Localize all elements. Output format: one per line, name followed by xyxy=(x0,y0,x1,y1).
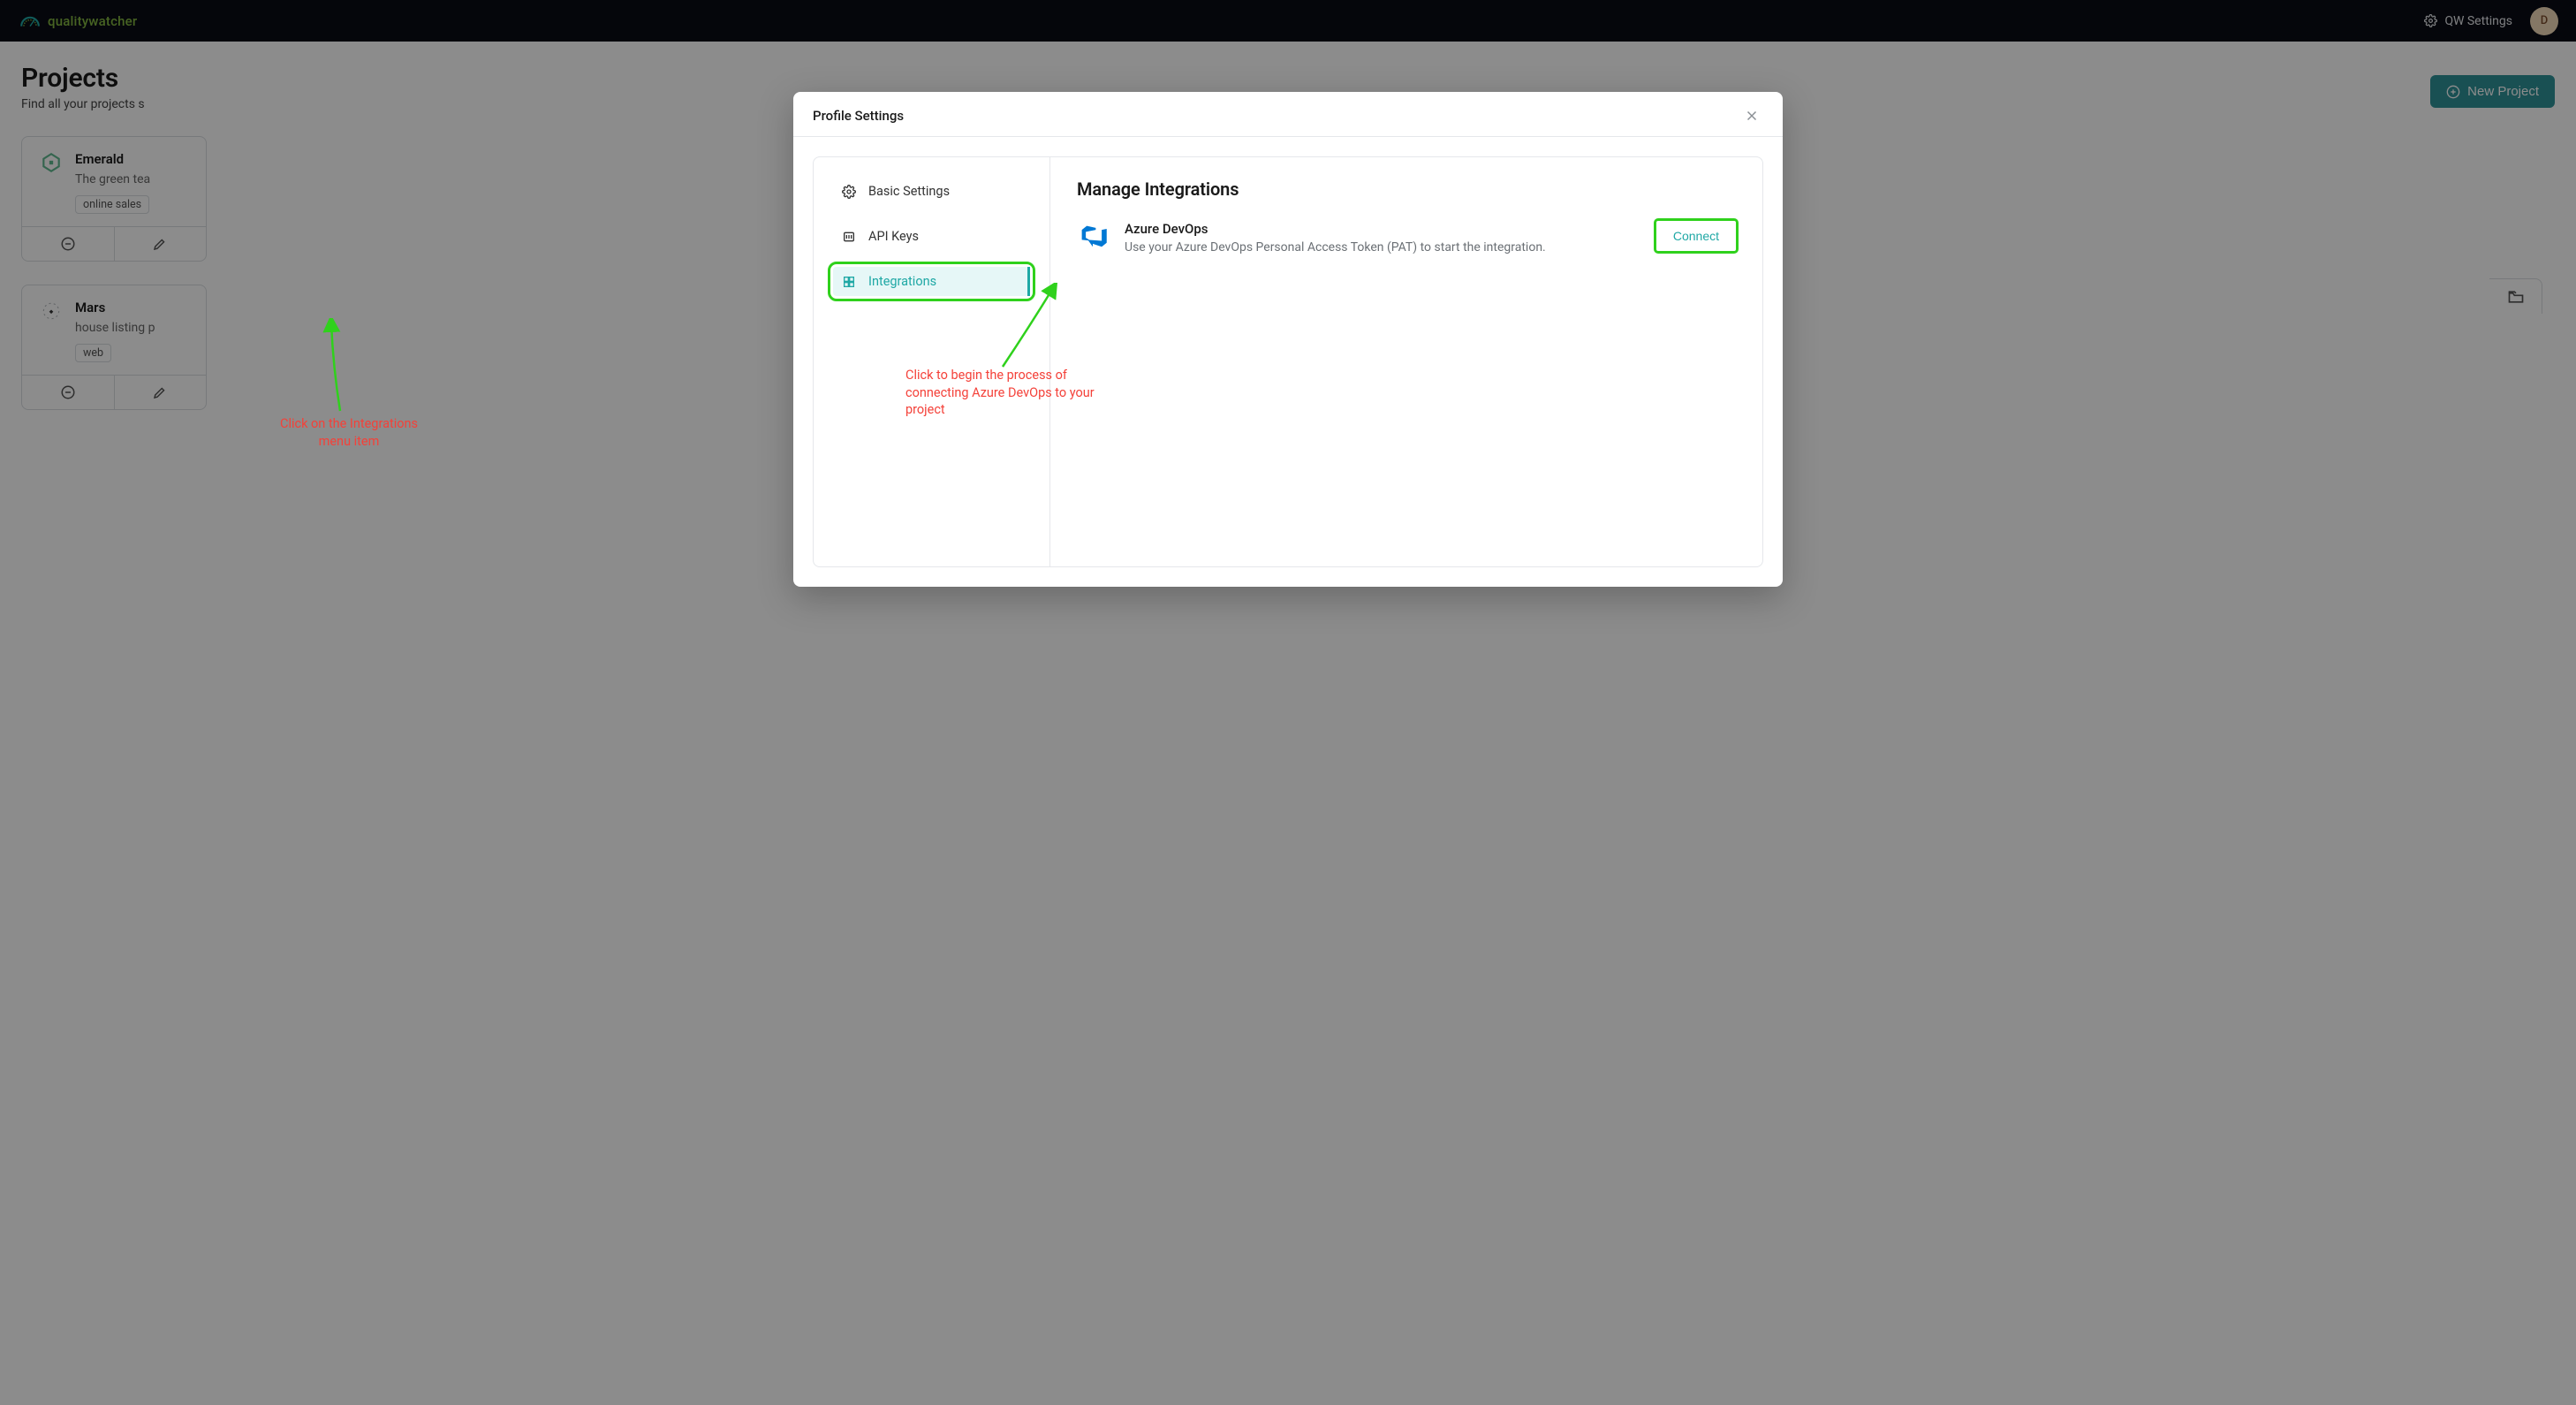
sidebar-item-label: API Keys xyxy=(868,229,919,244)
annotation-left: Click on the Integrations menu item xyxy=(274,415,424,450)
modal-inner: Basic Settings API Keys Integrations Man… xyxy=(813,156,1763,567)
grid-icon xyxy=(842,275,856,289)
modal-header: Profile Settings xyxy=(793,92,1783,137)
sidebar-item-api-keys[interactable]: API Keys xyxy=(833,222,1030,251)
key-icon xyxy=(842,230,856,244)
modal-body: Basic Settings API Keys Integrations Man… xyxy=(793,137,1783,587)
close-icon[interactable] xyxy=(1744,108,1760,124)
settings-sidebar: Basic Settings API Keys Integrations xyxy=(814,157,1050,566)
integration-name: Azure DevOps xyxy=(1125,221,1640,237)
sidebar-item-label: Basic Settings xyxy=(868,184,950,199)
profile-settings-modal: Profile Settings Basic Settings API Keys… xyxy=(793,92,1783,587)
sidebar-item-integrations[interactable]: Integrations xyxy=(833,267,1030,296)
integration-row-azure-devops: Azure DevOps Use your Azure DevOps Perso… xyxy=(1077,221,1736,254)
sidebar-item-label: Integrations xyxy=(868,274,936,289)
connect-label: Connect xyxy=(1673,229,1719,243)
settings-main-pane: Manage Integrations Azure DevOps Use you… xyxy=(1050,157,1762,566)
gear-icon xyxy=(842,185,856,199)
annotation-right: Click to begin the process of connecting… xyxy=(905,367,1104,419)
connect-highlight: Connect xyxy=(1656,221,1736,251)
main-heading: Manage Integrations xyxy=(1077,178,1736,200)
azure-devops-icon xyxy=(1077,221,1109,253)
modal-title: Profile Settings xyxy=(813,108,904,124)
connect-button[interactable]: Connect xyxy=(1657,222,1735,250)
integration-desc: Use your Azure DevOps Personal Access To… xyxy=(1125,240,1640,254)
sidebar-item-basic-settings[interactable]: Basic Settings xyxy=(833,177,1030,206)
